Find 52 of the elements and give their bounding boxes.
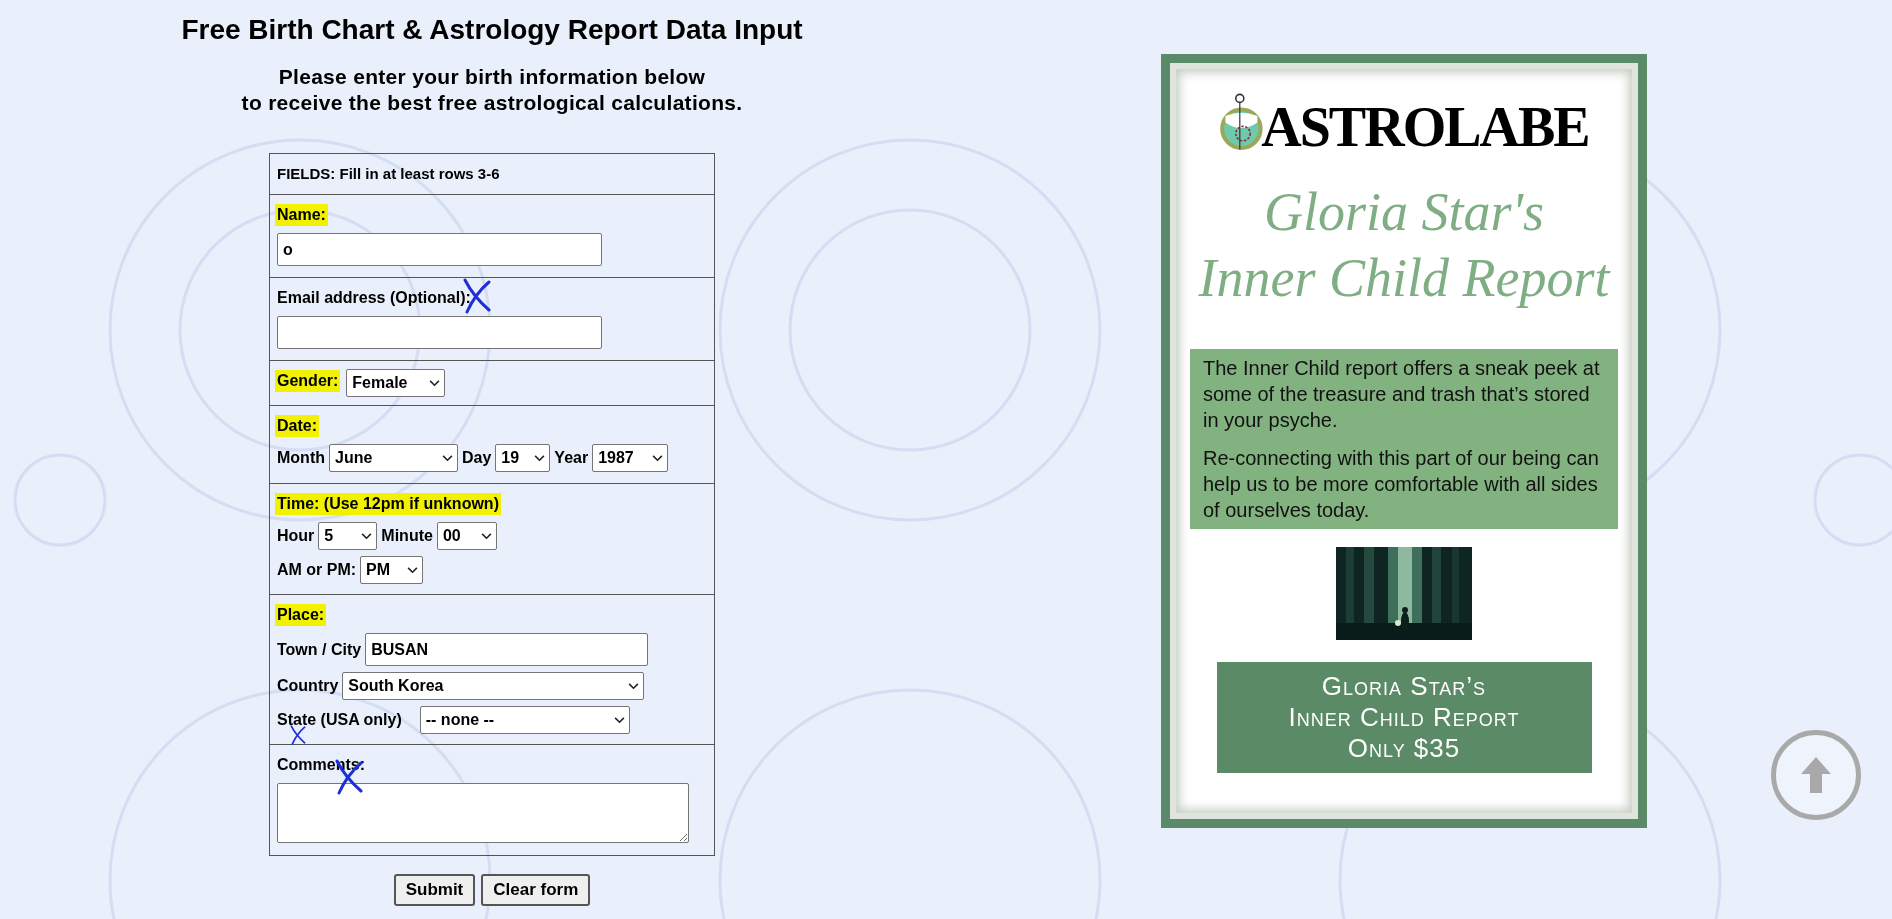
field-caption: Minute: [381, 527, 433, 544]
field-caption: Hour: [277, 527, 315, 544]
chevron-down-icon: [628, 682, 640, 690]
dropdown[interactable]: 5: [318, 522, 378, 550]
form-button[interactable]: Submit: [393, 874, 476, 906]
ad-price-line: Inner Child Report: [1288, 702, 1520, 733]
field-label: Email address (Optional):: [277, 288, 471, 308]
chevron-down-icon: [429, 379, 441, 387]
subtitle-line: to receive the best free astrological calculations.: [241, 90, 743, 116]
up-arrow-icon: [1799, 755, 1833, 795]
ad-title-line: Inner Child Report: [1198, 247, 1610, 310]
field-caption: Country: [277, 677, 339, 694]
field-caption: State (USA only): [277, 711, 402, 728]
subtitle-line: Please enter your birth information below: [278, 64, 706, 90]
dropdown[interactable]: PM: [360, 556, 424, 584]
dropdown[interactable]: 1987: [592, 444, 669, 472]
form-header: FIELDS: Fill in at least rows 3-6: [276, 163, 501, 184]
input-field[interactable]: o: [277, 233, 602, 266]
chevron-down-icon: [407, 566, 419, 574]
field-label: Place:: [275, 604, 327, 626]
dropdown[interactable]: Female: [346, 369, 446, 397]
text-area[interactable]: [277, 783, 689, 843]
field-caption: Day: [462, 449, 492, 466]
chevron-down-icon: [442, 454, 453, 462]
chevron-down-icon: [652, 454, 664, 462]
field-label: Date:: [275, 415, 319, 437]
dropdown[interactable]: South Korea: [342, 672, 645, 700]
chevron-down-icon: [361, 532, 373, 540]
chevron-down-icon: [480, 532, 492, 540]
ad-paragraph: Re-connecting with this part of our being can help us to be more comfortable with all sides of ourselves today.: [1203, 446, 1600, 523]
field-caption: AM or PM:: [277, 561, 357, 578]
form-button[interactable]: Clear form: [481, 874, 591, 906]
page-title: Free Birth Chart & Astrology Report Data Input: [181, 13, 803, 47]
logo-text: ASTROLABE: [1261, 97, 1589, 157]
dropdown[interactable]: 00: [436, 522, 497, 550]
input-field[interactable]: [277, 316, 602, 349]
dropdown[interactable]: 19: [495, 444, 551, 472]
chevron-down-icon: [534, 454, 546, 462]
chevron-down-icon: [613, 716, 625, 724]
ad-price-line: Gloria Star’s: [1321, 671, 1487, 702]
dropdown[interactable]: -- none --: [419, 706, 630, 734]
field-caption: Year: [554, 449, 589, 466]
ad-title-line: Gloria Star's: [1263, 181, 1545, 244]
ad-price-line: Only $35: [1347, 733, 1461, 764]
field-caption: Town / City: [277, 640, 362, 658]
input-field[interactable]: BUSAN: [365, 633, 649, 666]
field-label: Name:: [275, 204, 328, 226]
field-label: Gender:: [275, 370, 341, 392]
field-label: Time: (Use 12pm if unknown): [275, 493, 501, 515]
dropdown[interactable]: June: [329, 444, 458, 472]
field-caption: Month: [277, 449, 325, 466]
ad-paragraph: The Inner Child report offers a sneak peek at some of the treasure and trash that’s stored in your psyche.: [1203, 356, 1601, 433]
